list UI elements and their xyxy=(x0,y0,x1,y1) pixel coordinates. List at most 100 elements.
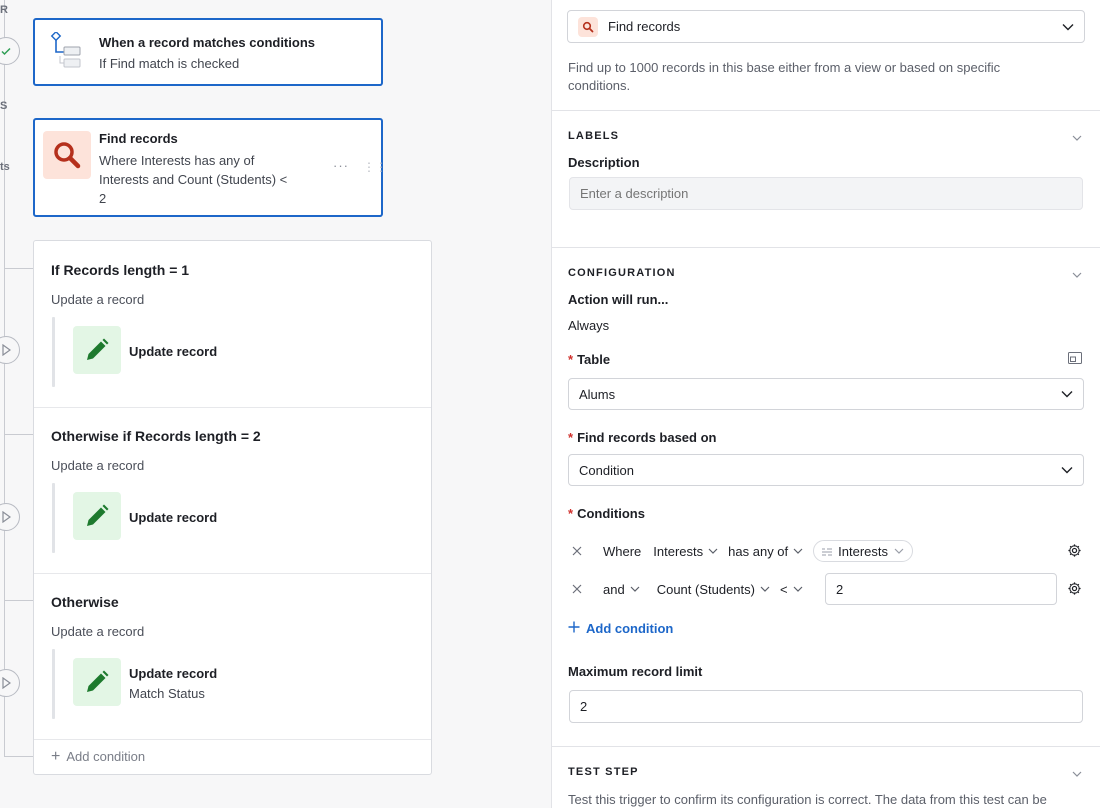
chevron-down-icon xyxy=(1061,390,1073,398)
conditions-label: * Conditions xyxy=(568,506,645,521)
add-condition-button[interactable]: Add condition xyxy=(568,621,673,636)
max-limit-input[interactable]: 2 xyxy=(569,690,1083,723)
side-label: ts xyxy=(0,161,10,173)
chevron-down-icon xyxy=(793,586,803,593)
pencil-icon xyxy=(73,492,121,540)
side-label: S xyxy=(0,100,8,112)
add-condition-button[interactable]: + Add condition xyxy=(51,748,146,765)
condition-operator-select[interactable]: has any of xyxy=(728,544,803,559)
conditions-label-text: Conditions xyxy=(577,506,645,521)
play-circle-icon[interactable] xyxy=(0,336,20,364)
table-value: Alums xyxy=(579,386,616,402)
branch-connector xyxy=(4,268,33,269)
branch-title: Otherwise if Records length = 2 xyxy=(51,428,261,444)
configuration-section: CONFIGURATION Action will run... Always … xyxy=(552,247,1100,747)
branch-otherwise-if[interactable]: Otherwise if Records length = 2 Update a… xyxy=(34,408,431,574)
condition-row: and Count (Students) < xyxy=(568,573,803,605)
condition-field-select[interactable]: Count (Students) xyxy=(657,582,770,597)
section-heading: TEST STEP xyxy=(568,766,639,778)
find-records-title: Find records xyxy=(99,131,178,146)
add-condition-label: Add condition xyxy=(586,621,674,636)
find-records-card[interactable]: Find records Where Interests has any of … xyxy=(33,118,387,217)
add-condition-label: Add condition xyxy=(66,749,146,764)
trigger-card[interactable]: When a record matches conditions If Find… xyxy=(33,18,383,86)
branch-subtitle: Update a record xyxy=(51,458,145,473)
test-step-text: Test this trigger to confirm its configu… xyxy=(568,792,1047,807)
conditional-branches-card: If Records length = 1 Update a record Up… xyxy=(33,240,432,775)
action-will-run-value: Always xyxy=(568,318,610,333)
action-type-select[interactable]: Find records xyxy=(567,10,1085,43)
find-based-on-label: * Find records based on xyxy=(568,430,716,445)
find-based-on-select[interactable]: Condition xyxy=(568,454,1084,486)
branch-subtitle: Update a record xyxy=(51,292,145,307)
gear-icon[interactable] xyxy=(1067,581,1082,596)
branch-if[interactable]: If Records length = 1 Update a record Up… xyxy=(34,241,431,407)
branch-title: If Records length = 1 xyxy=(51,262,190,278)
table-label: * Table xyxy=(568,352,610,367)
branch-title: Otherwise xyxy=(51,594,119,610)
table-view-icon[interactable] xyxy=(1068,352,1082,364)
action-type-value: Find records xyxy=(608,19,681,34)
field-token-icon xyxy=(822,544,833,559)
table-select[interactable]: Alums xyxy=(568,378,1084,410)
find-based-on-label-text: Find records based on xyxy=(577,430,717,445)
action-title: Update record xyxy=(129,510,218,525)
condition-conjunction-select[interactable]: and xyxy=(603,582,640,597)
chevron-down-icon xyxy=(1062,23,1074,31)
labels-section: LABELS Description xyxy=(552,110,1100,248)
condition-operator-value: < xyxy=(779,581,788,597)
condition-operator-select[interactable]: < xyxy=(780,582,803,597)
condition-field-value: Interests xyxy=(653,543,704,559)
condition-field-select[interactable]: Interests xyxy=(653,544,718,559)
branch-connector xyxy=(4,600,33,601)
chevron-down-icon[interactable] xyxy=(1072,130,1082,145)
branch-otherwise[interactable]: Otherwise Update a record Update record … xyxy=(34,574,431,740)
pencil-icon xyxy=(73,658,121,706)
side-label: R xyxy=(0,4,8,16)
chevron-down-icon[interactable] xyxy=(1072,267,1082,282)
required-marker: * xyxy=(568,506,574,521)
section-heading: CONFIGURATION xyxy=(568,267,676,279)
condition-conjunction-value: and xyxy=(603,581,625,597)
remove-condition-icon[interactable] xyxy=(568,584,586,594)
drag-handle-icon[interactable]: ⋮⋮ xyxy=(363,160,387,174)
description-input[interactable] xyxy=(569,177,1083,210)
play-circle-icon[interactable] xyxy=(0,503,20,531)
condition-value: Interests xyxy=(838,543,889,559)
branch-bar xyxy=(52,649,55,719)
condition-value-pill[interactable]: Interests xyxy=(813,540,914,562)
chevron-down-icon xyxy=(1061,466,1073,474)
play-circle-icon[interactable] xyxy=(0,669,20,697)
test-step-section: TEST STEP Test this trigger to confirm i… xyxy=(552,746,1100,808)
subtitle-line: Where Interests has any of xyxy=(99,153,255,168)
section-heading: LABELS xyxy=(568,130,620,142)
remove-condition-icon[interactable] xyxy=(568,546,586,556)
action-will-run-label: Action will run... xyxy=(568,292,669,307)
description-label: Description xyxy=(568,155,640,170)
chevron-down-icon xyxy=(760,586,770,593)
action-title: Update record xyxy=(129,666,218,681)
condition-field-value: Count (Students) xyxy=(656,581,755,597)
condition-conjunction: Where xyxy=(603,543,642,559)
automation-canvas: R S ts When a record matches conditions … xyxy=(0,0,551,808)
flow-connector-line xyxy=(4,0,5,756)
gear-icon[interactable] xyxy=(1067,543,1082,558)
divider xyxy=(34,739,431,740)
chevron-down-icon xyxy=(793,548,803,555)
condition-value-input[interactable]: 2 xyxy=(825,573,1057,605)
condition-value: 2 xyxy=(836,581,844,597)
trigger-title: When a record matches conditions xyxy=(99,35,315,50)
plus-icon xyxy=(568,621,580,636)
search-icon xyxy=(578,16,598,37)
max-limit-value: 2 xyxy=(580,699,588,714)
action-subtitle: Match Status xyxy=(129,686,205,701)
branch-connector xyxy=(4,756,33,757)
required-marker: * xyxy=(568,352,574,367)
table-label-text: Table xyxy=(577,352,611,367)
chevron-down-icon xyxy=(894,548,904,555)
chevron-down-icon[interactable] xyxy=(1072,766,1082,781)
plus-icon: + xyxy=(51,748,61,765)
more-options-icon[interactable]: ··· xyxy=(333,158,349,173)
required-marker: * xyxy=(568,430,574,445)
condition-row: Where Interests has any of Interests xyxy=(568,535,914,567)
